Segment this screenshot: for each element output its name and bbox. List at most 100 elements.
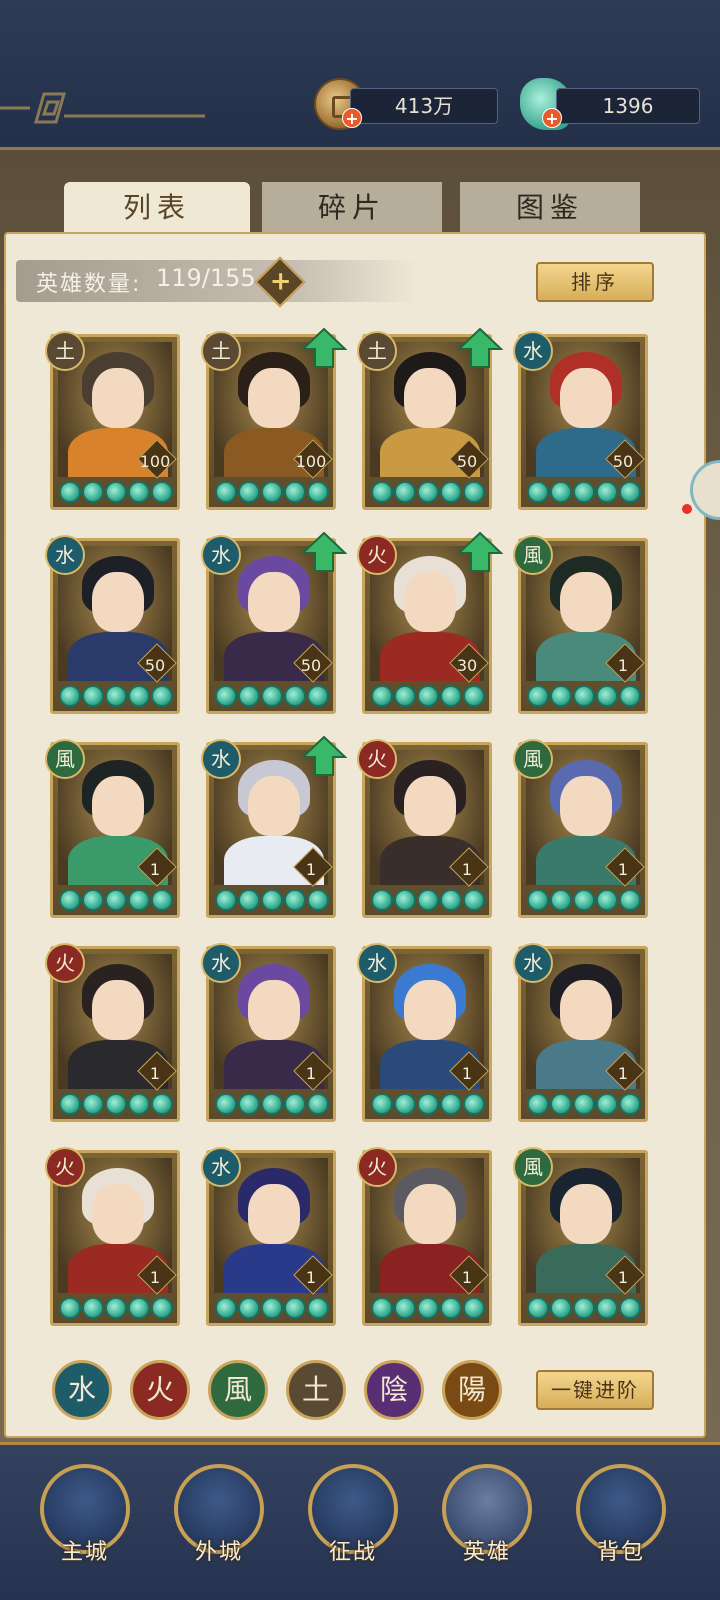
jade-star-icon — [527, 481, 549, 503]
hero-card[interactable]: 風1 — [513, 739, 648, 918]
jade-star-icon — [105, 1297, 127, 1319]
hero-face — [92, 572, 144, 632]
star-rating — [59, 889, 173, 911]
tab-fragments[interactable]: 碎片 — [262, 182, 442, 234]
jade-star-icon — [596, 1093, 618, 1115]
jade-star-icon — [417, 889, 439, 911]
filter-wind-button[interactable]: 風 — [208, 1360, 268, 1420]
tab-codex[interactable]: 图鉴 — [460, 182, 640, 234]
nav-outer-city[interactable]: 外城 — [170, 1456, 268, 1586]
jade-star-icon — [573, 889, 595, 911]
jade-star-icon — [215, 685, 237, 707]
hero-face — [248, 776, 300, 836]
cloud-pattern-decoration — [0, 92, 205, 124]
jade-star-icon — [307, 685, 329, 707]
filter-yang-button[interactable]: 陽 — [442, 1360, 502, 1420]
hero-card[interactable]: 火 30 — [357, 531, 503, 714]
jade-star-icon — [238, 1297, 260, 1319]
jade-star-icon — [417, 685, 439, 707]
filter-water-button[interactable]: 水 — [52, 1360, 112, 1420]
nav-heroes[interactable]: 英雄 — [438, 1456, 536, 1586]
hero-card[interactable]: 水1 — [201, 943, 336, 1122]
jade-star-icon — [151, 1093, 173, 1115]
star-rating — [215, 889, 329, 911]
jade-star-icon — [550, 685, 572, 707]
hero-card[interactable]: 風1 — [513, 1147, 648, 1326]
star-rating — [371, 685, 485, 707]
hero-card[interactable]: 火1 — [45, 943, 180, 1122]
hero-level: 1 — [305, 1268, 317, 1287]
star-rating — [527, 1297, 641, 1319]
jade-star-icon — [463, 685, 485, 707]
hero-card[interactable]: 土 50 — [357, 327, 503, 510]
hero-card[interactable]: 火1 — [45, 1147, 180, 1326]
jade-star-icon — [261, 481, 283, 503]
hero-face — [560, 572, 612, 632]
hero-card[interactable]: 水1 — [201, 735, 347, 918]
hero-card[interactable]: 水 50 — [513, 331, 648, 510]
jade-star-icon — [394, 685, 416, 707]
jade-star-icon — [82, 685, 104, 707]
wind-element-icon: 風 — [513, 535, 553, 575]
jade-star-icon — [307, 889, 329, 911]
jade-star-icon — [417, 1093, 439, 1115]
jade-star-icon — [307, 1297, 329, 1319]
filter-fire-button[interactable]: 火 — [130, 1360, 190, 1420]
jade-star-icon — [59, 1093, 81, 1115]
star-rating — [59, 1297, 173, 1319]
jade-star-icon — [238, 889, 260, 911]
tab-list[interactable]: 列表 — [64, 182, 250, 234]
fire-element-icon: 火 — [357, 535, 397, 575]
add-coin-icon[interactable]: + — [342, 108, 362, 128]
hero-card[interactable]: 風1 — [45, 739, 180, 918]
water-element-icon: 水 — [201, 535, 241, 575]
nav-campaign[interactable]: 征战 — [304, 1456, 402, 1586]
hero-card[interactable]: 水1 — [513, 943, 648, 1122]
jade-star-icon — [440, 685, 462, 707]
hero-level: 1 — [149, 860, 161, 879]
hero-card[interactable]: 土 100 — [45, 331, 180, 510]
hero-face — [404, 776, 456, 836]
jade-star-icon — [128, 1093, 150, 1115]
jade-star-icon — [82, 889, 104, 911]
nav-main-city[interactable]: 主城 — [36, 1456, 134, 1586]
hero-face — [404, 980, 456, 1040]
hero-card[interactable]: 火1 — [357, 1147, 492, 1326]
advance-all-button[interactable]: 一键进阶 — [536, 1370, 654, 1410]
jade-star-icon — [394, 889, 416, 911]
star-rating — [215, 1297, 329, 1319]
hero-level: 30 — [456, 656, 478, 675]
hero-card[interactable]: 土 100 — [201, 327, 347, 510]
nav-label: 主城 — [60, 1540, 109, 1565]
hero-level: 50 — [612, 452, 634, 471]
hero-level: 1 — [461, 860, 473, 879]
hero-face — [92, 368, 144, 428]
filter-yin-button[interactable]: 陰 — [364, 1360, 424, 1420]
hero-card[interactable]: 水 50 — [45, 535, 180, 714]
star-rating — [59, 481, 173, 503]
filter-earth-button[interactable]: 土 — [286, 1360, 346, 1420]
jade-star-icon — [105, 1093, 127, 1115]
sort-button[interactable]: 排序 — [536, 262, 654, 302]
hero-card[interactable]: 水 50 — [201, 531, 347, 714]
jade-star-icon — [619, 1093, 641, 1115]
jade-star-icon — [261, 685, 283, 707]
hero-card[interactable]: 水1 — [357, 943, 492, 1122]
nav-backpack[interactable]: 背包 — [572, 1456, 670, 1586]
water-element-icon: 水 — [201, 943, 241, 983]
jade-balance: 1396 — [556, 88, 700, 124]
hero-card[interactable]: 水1 — [201, 1147, 336, 1326]
fire-element-icon: 火 — [45, 1147, 85, 1187]
jade-star-icon — [463, 889, 485, 911]
fire-element-icon: 火 — [357, 1147, 397, 1187]
hero-card[interactable]: 火1 — [357, 739, 492, 918]
add-jade-icon[interactable]: + — [542, 108, 562, 128]
star-rating — [527, 889, 641, 911]
earth-element-icon: 土 — [357, 331, 397, 371]
hero-level: 1 — [617, 860, 629, 879]
hero-card[interactable]: 風1 — [513, 535, 648, 714]
hero-level: 1 — [149, 1268, 161, 1287]
hero-count-value: 119/155 — [156, 264, 256, 292]
upgrade-arrow-icon — [457, 327, 503, 368]
hero-level: 1 — [305, 860, 317, 879]
